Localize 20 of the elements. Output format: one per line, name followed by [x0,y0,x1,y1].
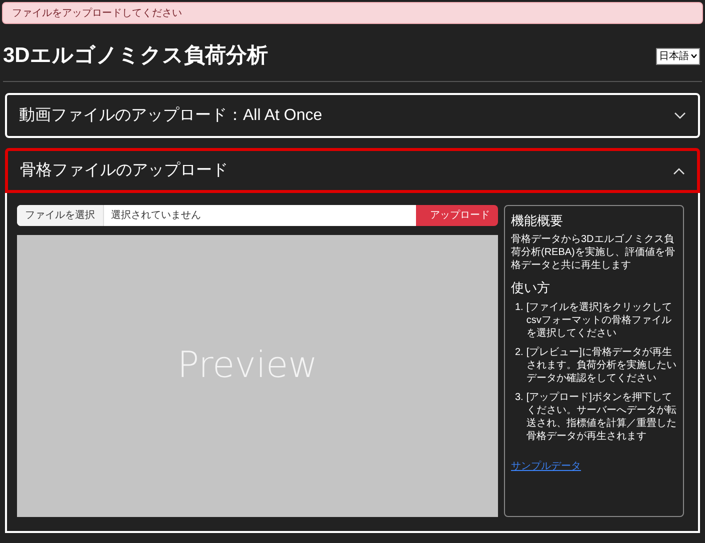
file-status-text: 選択されていません [110,209,202,223]
accordion-header[interactable]: 動画ファイルのアップロード：All At Once [5,93,700,138]
alert-text: ファイルをアップロードしてください [12,6,182,20]
overview-text: 骨格データから3Dエルゴノミクス負荷分析(REBA)を実施し、評価値を骨格データと共に再生します [511,232,676,272]
step-text: [アップロード]ボタンを押下してください。サーバーへデータが転送され、指標値を計算／重畳した骨格データが再生されます [526,391,677,443]
caret-icon [691,54,697,58]
sample-data-link[interactable]: サンプルデータ [511,461,581,472]
accordion-header[interactable]: 骨格ファイルのアップロード [5,148,700,193]
step-number: 2. [515,346,524,360]
page-title: 3Dエルゴノミクス負荷分析 [3,43,268,70]
usage-heading: 使い方 [511,278,551,296]
choose-file-button[interactable]: ファイルを選択 [17,205,104,226]
step-text: [ファイルを選択]をクリックしてcsvフォーマットの骨格ファイルを選択してください [526,301,673,340]
step-number: 1. [515,301,524,315]
step-number: 3. [515,391,524,405]
step-text: [プレビュー]に骨格データが再生されます。負荷分析を実施したいデータか確認をしてください [526,346,677,385]
language-select[interactable]: 日本語 [656,48,700,64]
file-input-field[interactable]: ファイルを選択 選択されていません [17,205,416,226]
overview-heading: 機能概要 [511,212,564,230]
upload-button[interactable]: アップロード [416,205,498,226]
